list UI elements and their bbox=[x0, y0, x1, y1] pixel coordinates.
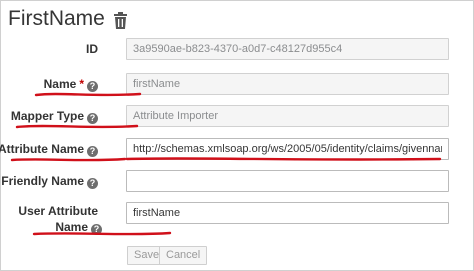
mapper-type-label: Mapper Type bbox=[10, 109, 84, 123]
help-icon[interactable]: ? bbox=[87, 113, 98, 124]
friendly-name-label: Friendly Name bbox=[1, 174, 84, 188]
trash-icon[interactable] bbox=[113, 11, 128, 29]
name-field[interactable] bbox=[126, 73, 449, 95]
id-label: ID bbox=[86, 42, 98, 56]
user-attribute-label-line2: Name bbox=[55, 220, 88, 234]
help-icon[interactable]: ? bbox=[91, 224, 102, 235]
id-field[interactable] bbox=[126, 38, 449, 60]
friendly-name-field[interactable] bbox=[126, 170, 449, 192]
user-attribute-label-line1: User Attribute bbox=[18, 204, 98, 218]
attribute-name-label: Attribute Name bbox=[0, 142, 84, 156]
required-marker: * bbox=[79, 77, 84, 91]
user-attribute-name-field[interactable] bbox=[126, 202, 449, 224]
friendly-name-label-group: Friendly Name? bbox=[1, 174, 98, 189]
mapper-type-field[interactable] bbox=[126, 105, 449, 127]
mapper-type-label-group: Mapper Type? bbox=[11, 109, 98, 124]
name-label-group: Name *? bbox=[44, 77, 98, 92]
help-icon[interactable]: ? bbox=[87, 178, 98, 189]
help-icon[interactable]: ? bbox=[87, 146, 98, 157]
cancel-button[interactable]: Cancel bbox=[159, 246, 208, 265]
attribute-name-label-group: Attribute Name? bbox=[0, 142, 98, 157]
help-icon[interactable]: ? bbox=[87, 81, 98, 92]
user-attribute-label-line2-group: Name? bbox=[55, 220, 102, 235]
name-label: Name bbox=[43, 77, 77, 91]
page-title: FirstName bbox=[8, 7, 105, 30]
attribute-name-field[interactable] bbox=[126, 138, 449, 160]
header: FirstName bbox=[8, 4, 128, 34]
